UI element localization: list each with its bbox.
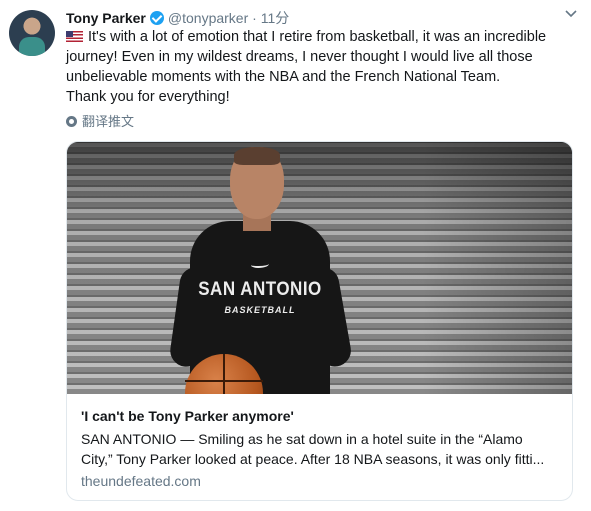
player-figure: SAN ANTONIO BASKETBALL [168, 147, 354, 394]
nike-swoosh-icon [251, 261, 269, 268]
card-domain: theundefeated.com [81, 473, 201, 489]
tweet-text-line: unbelievable moments with the NBA and th… [66, 69, 501, 85]
tweet-text-line: Thank you for everything! [66, 89, 230, 105]
tweet-time[interactable]: 11分 [261, 10, 290, 26]
shirt-text: SAN ANTONIO [198, 277, 322, 300]
author-handle[interactable]: @tonyparker [168, 10, 248, 26]
globe-icon [66, 116, 77, 127]
player-head [230, 147, 284, 219]
tweet-text-line: It's with a lot of emotion that I retire… [66, 27, 566, 47]
author-name[interactable]: Tony Parker [66, 10, 146, 26]
verified-badge-icon [149, 11, 164, 25]
shirt-subtext: BASKETBALL [224, 305, 296, 315]
separator-dot: · [252, 10, 257, 26]
avatar[interactable] [9, 10, 55, 56]
translate-tweet-link[interactable]: 翻译推文 [66, 113, 134, 131]
tweet-text-line: journey! Even in my wildest dreams, I ne… [66, 49, 533, 65]
chevron-down-icon[interactable] [565, 10, 577, 20]
link-card[interactable]: SAN ANTONIO BASKETBALL 'I can't be Tony … [66, 141, 573, 501]
translate-label: 翻译推文 [82, 114, 135, 129]
tweet: Tony Parker @tonyparker · 11分 It's with a… [0, 0, 591, 511]
avatar-jersey [19, 37, 45, 56]
card-description-line: City,” Tony Parker looked at peace. Afte… [81, 451, 545, 467]
card-description: SAN ANTONIO — Smiling as he sat down in … [81, 429, 561, 469]
us-flag-icon [66, 31, 83, 42]
card-description-line: SAN ANTONIO — Smiling as he sat down in … [81, 431, 523, 447]
tweet-header: Tony Parker @tonyparker · 11分 [66, 8, 577, 28]
tweet-text: It's with a lot of emotion that I retire… [66, 27, 566, 107]
card-image[interactable]: SAN ANTONIO BASKETBALL [67, 142, 572, 394]
arena-shadow [422, 142, 572, 394]
card-title[interactable]: 'I can't be Tony Parker anymore' [81, 407, 294, 425]
